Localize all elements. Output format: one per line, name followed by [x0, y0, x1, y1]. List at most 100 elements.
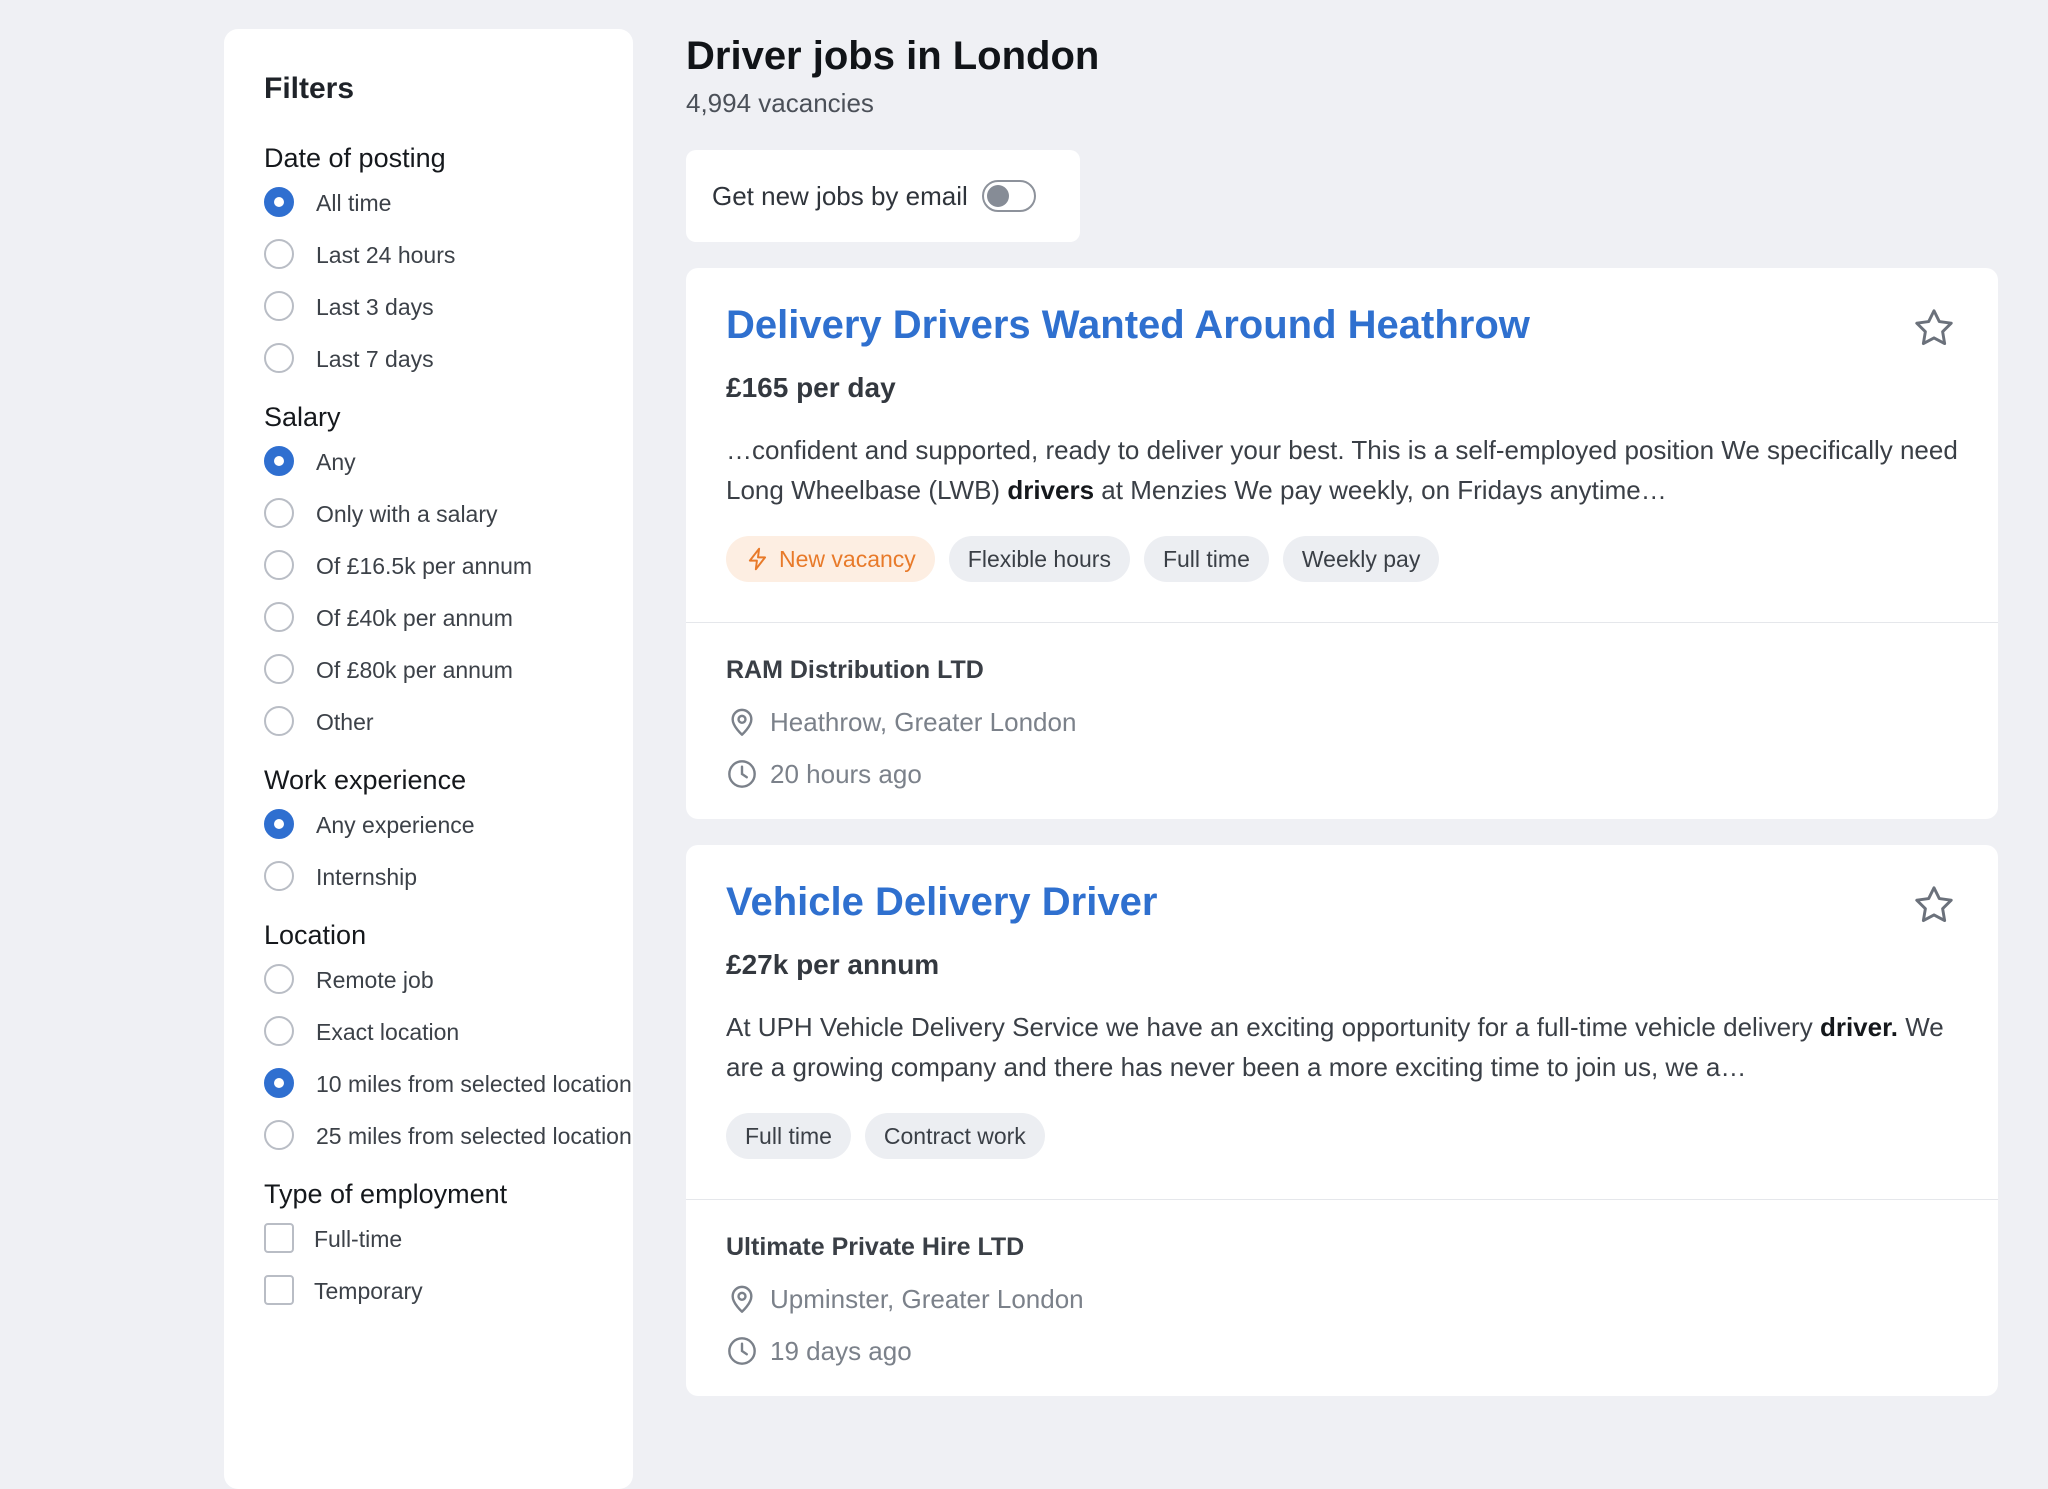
filter-option-any-experience[interactable]: Any experience: [264, 809, 633, 842]
job-location: Upminster, Greater London: [726, 1282, 1958, 1316]
filter-option-only-with-a-salary[interactable]: Only with a salary: [264, 498, 633, 531]
filter-option-label: Exact location: [316, 1019, 460, 1045]
filter-option-last-7-days[interactable]: Last 7 days: [264, 343, 633, 376]
filter-option-label: Of £16.5k per annum: [316, 553, 533, 579]
filter-option-label: Of £80k per annum: [316, 657, 513, 683]
toggle-knob: [986, 185, 1009, 207]
email-alert-toggle[interactable]: [981, 180, 1036, 212]
job-location-text: Upminster, Greater London: [770, 1284, 1084, 1314]
job-location: Heathrow, Greater London: [726, 705, 1958, 739]
job-tag-label: Full time: [745, 1122, 832, 1149]
radio-button[interactable]: [264, 1120, 294, 1150]
filters-title: Filters: [264, 72, 355, 105]
filter-group-date-of-posting: Date of posting All time Last 24 hours Last…: [264, 141, 633, 376]
filter-groups: Date of posting All time Last 24 hours Last…: [264, 141, 633, 1308]
clock-icon: [726, 758, 770, 790]
map-pin-icon: [726, 706, 770, 738]
radio-button[interactable]: [264, 550, 294, 580]
filter-option-label: Any: [316, 449, 356, 475]
star-icon[interactable]: [1912, 883, 1956, 927]
job-tag-weekly-pay: Weekly pay: [1282, 536, 1440, 582]
radio-button[interactable]: [264, 706, 294, 736]
filter-option-last-24-hours[interactable]: Last 24 hours: [264, 239, 633, 272]
job-description: …confident and supported, ready to deliv…: [726, 430, 1958, 510]
job-tag-full-time: Full time: [726, 1113, 851, 1159]
description-text: at Menzies We pay weekly, on Fridays any…: [1094, 475, 1667, 505]
filter-group-title: Date of posting: [264, 143, 446, 173]
filter-option-all-time[interactable]: All time: [264, 187, 633, 220]
job-title-link[interactable]: Vehicle Delivery Driver: [726, 877, 1157, 927]
job-title-link[interactable]: Delivery Drivers Wanted Around Heathrow: [726, 300, 1530, 350]
radio-button[interactable]: [264, 239, 294, 269]
filter-option-label: Only with a salary: [316, 501, 498, 527]
job-card-footer: Ultimate Private Hire LTD Upminster, Grea…: [686, 1199, 1998, 1396]
radio-button[interactable]: [264, 187, 294, 217]
filter-group-title: Work experience: [264, 765, 467, 795]
filter-option-remote-job[interactable]: Remote job: [264, 964, 633, 997]
filter-option-temporary[interactable]: Temporary: [264, 1275, 633, 1308]
job-tag-contract-work: Contract work: [864, 1113, 1045, 1159]
email-alert-box: Get new jobs by email: [686, 150, 1080, 242]
job-posted: 19 days ago: [726, 1334, 1958, 1368]
filter-option-full-time[interactable]: Full-time: [264, 1223, 633, 1256]
filter-option-label: Internship: [316, 864, 418, 890]
filter-option-label: Full-time: [314, 1226, 403, 1252]
filter-option-of-16-5k-per-annum[interactable]: Of £16.5k per annum: [264, 550, 633, 583]
email-alert-label: Get new jobs by email: [712, 180, 968, 211]
radio-button[interactable]: [264, 602, 294, 632]
job-card: Vehicle Delivery Driver £27k per annum At …: [686, 845, 1998, 1396]
job-tag-label: Contract work: [883, 1122, 1026, 1149]
job-tag-label: Full time: [1162, 545, 1250, 572]
filter-option-label: Other: [316, 709, 374, 735]
filter-option-10-miles-from-selected-location[interactable]: 10 miles from selected location: [264, 1068, 633, 1101]
radio-button[interactable]: [264, 654, 294, 684]
radio-button[interactable]: [264, 498, 294, 528]
job-results: Driver jobs in London 4,994 vacancies Ge…: [686, 28, 1998, 1396]
job-posted: 20 hours ago: [726, 757, 1958, 791]
vacancy-count: 4,994 vacancies: [686, 88, 874, 118]
filter-option-of-80k-per-annum[interactable]: Of £80k per annum: [264, 654, 633, 687]
filter-group-location: Location Remote job Exact location 10 miles…: [264, 918, 633, 1153]
radio-button[interactable]: [264, 1068, 294, 1098]
job-list: Delivery Drivers Wanted Around Heathrow £…: [686, 268, 1998, 1396]
filter-option-of-40k-per-annum[interactable]: Of £40k per annum: [264, 602, 633, 635]
radio-button[interactable]: [264, 291, 294, 321]
star-icon[interactable]: [1912, 306, 1956, 350]
radio-button[interactable]: [264, 343, 294, 373]
job-tag-label: New vacancy: [779, 545, 916, 572]
filter-option-exact-location[interactable]: Exact location: [264, 1016, 633, 1049]
filter-group-title: Salary: [264, 402, 341, 432]
filter-option-any[interactable]: Any: [264, 446, 633, 479]
radio-button[interactable]: [264, 964, 294, 994]
radio-button[interactable]: [264, 809, 294, 839]
clock-icon: [726, 1335, 770, 1367]
job-posted-text: 20 hours ago: [770, 759, 922, 789]
job-tag-full-time: Full time: [1143, 536, 1269, 582]
map-pin-icon: [726, 1283, 770, 1315]
lightning-icon: [745, 546, 779, 572]
checkbox[interactable]: [264, 1275, 294, 1305]
radio-button[interactable]: [264, 1016, 294, 1046]
filter-option-label: Last 7 days: [316, 346, 434, 372]
filter-option-label: Last 24 hours: [316, 242, 456, 268]
filter-option-internship[interactable]: Internship: [264, 861, 633, 894]
company-name: Ultimate Private Hire LTD: [726, 1233, 1025, 1261]
job-salary: £27k per annum: [726, 949, 940, 980]
job-tag-label: Flexible hours: [967, 545, 1111, 572]
job-tags: New vacancy Flexible hours Full time Weekly…: [726, 536, 1958, 582]
description-keyword: drivers: [1007, 475, 1095, 505]
job-card: Delivery Drivers Wanted Around Heathrow £…: [686, 268, 1998, 819]
filter-option-label: Remote job: [316, 967, 434, 993]
radio-button[interactable]: [264, 861, 294, 891]
filter-option-other[interactable]: Other: [264, 706, 633, 739]
filter-option-label: All time: [316, 190, 392, 216]
job-posted-text: 19 days ago: [770, 1336, 912, 1366]
filter-option-last-3-days[interactable]: Last 3 days: [264, 291, 633, 324]
checkbox[interactable]: [264, 1223, 294, 1253]
filter-option-label: 10 miles from selected location: [316, 1071, 632, 1097]
filter-group-work-experience: Work experience Any experience Internship: [264, 763, 633, 894]
radio-button[interactable]: [264, 446, 294, 476]
job-tag-new-vacancy: New vacancy: [726, 536, 935, 582]
filter-option-25-miles-from-selected-location[interactable]: 25 miles from selected location: [264, 1120, 633, 1153]
job-location-text: Heathrow, Greater London: [770, 707, 1077, 737]
